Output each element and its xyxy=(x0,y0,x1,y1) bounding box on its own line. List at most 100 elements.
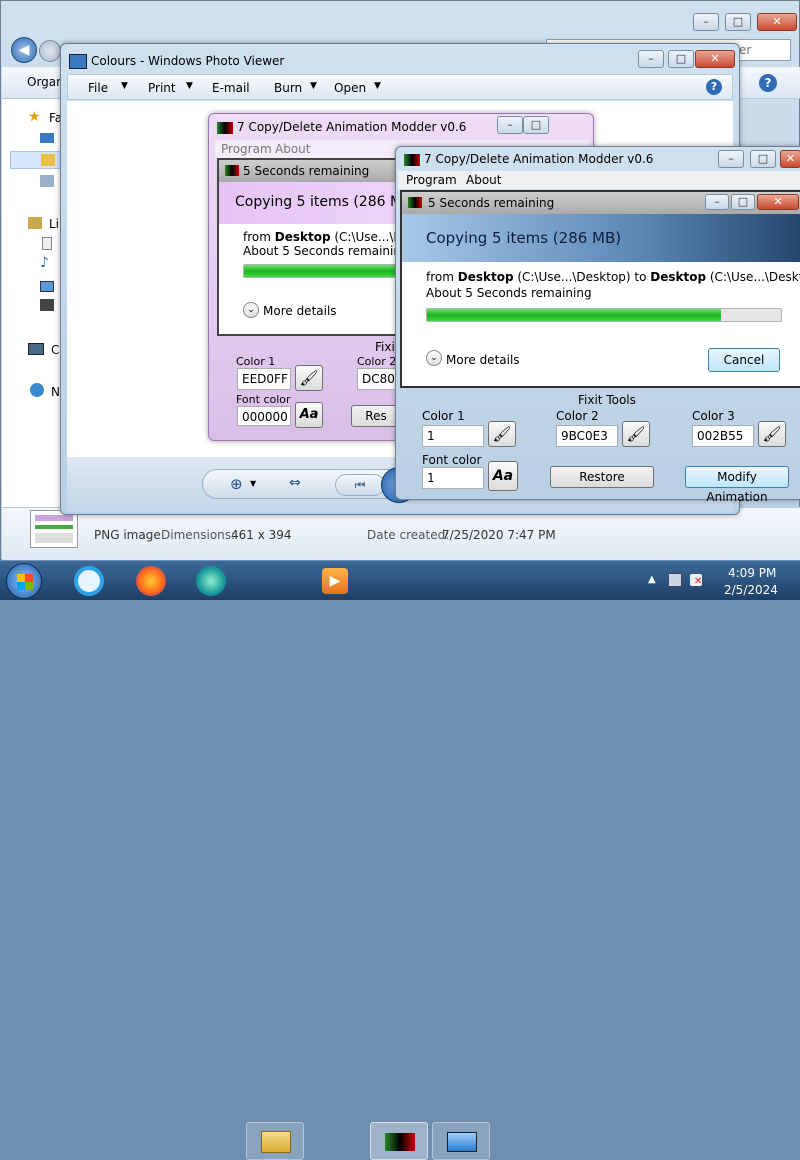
help-icon[interactable]: ? xyxy=(759,74,777,92)
pv-menu-burn[interactable]: Burn xyxy=(274,81,302,95)
internet-explorer-icon[interactable] xyxy=(74,566,104,596)
modder-back-title: 7 Copy/Delete Animation Modder v0.6 xyxy=(237,120,467,134)
paintbrush-icon[interactable]: 🖌 xyxy=(295,365,323,391)
paintbrush-icon[interactable]: 🖌 xyxy=(758,421,786,447)
taskbar-photo-viewer[interactable] xyxy=(432,1122,490,1160)
mb-color1-input[interactable]: EED0FF xyxy=(237,368,291,390)
mf-dialog-titlebar: 5 Seconds remaining – □ ✕ xyxy=(402,192,800,214)
nav-network[interactable]: N xyxy=(51,385,60,399)
taskbar-explorer[interactable] xyxy=(246,1122,304,1160)
modder-app-icon xyxy=(225,165,239,176)
mf-font-color-label: Font color xyxy=(422,453,482,467)
paintbrush-icon[interactable]: 🖌 xyxy=(488,421,516,447)
mf-more-details-chevron-icon[interactable]: ⌄ xyxy=(426,350,442,366)
mf-fixit-tools-label: Fixit Tools xyxy=(578,393,636,407)
mf-dialog-minimize-button[interactable]: – xyxy=(705,194,729,210)
mf-restore-button[interactable]: Restore xyxy=(550,466,654,488)
mf-minimize-button[interactable]: – xyxy=(718,150,744,168)
mb-font-color-label: Font color xyxy=(236,393,291,406)
explorer-minimize-button[interactable]: – xyxy=(693,13,719,31)
pv-close-button[interactable]: ✕ xyxy=(695,50,735,68)
clock-date[interactable]: 2/5/2024 xyxy=(724,583,778,597)
explorer-maximize-button[interactable]: □ xyxy=(725,13,751,31)
mf-dialog-close-button[interactable]: ✕ xyxy=(757,194,799,210)
mf-copying-text: Copying 5 items (286 MB) xyxy=(426,229,622,247)
pv-menu-email[interactable]: E-mail xyxy=(212,81,250,95)
mf-font-color-input[interactable]: 1 xyxy=(422,467,484,489)
mf-from-line: from Desktop (C:\Use...\Desktop) to Desk… xyxy=(426,270,800,284)
music-icon: ♪ xyxy=(40,255,49,271)
clock-time[interactable]: 4:09 PM xyxy=(728,566,776,580)
downloads-selected-item[interactable] xyxy=(10,151,62,169)
taskbar-modder[interactable] xyxy=(370,1122,428,1160)
organize-button[interactable]: Organ xyxy=(27,75,64,89)
mf-progress-fill xyxy=(427,309,721,321)
pv-menu-open[interactable]: Open xyxy=(334,81,366,95)
details-created: 7/25/2020 7:47 PM xyxy=(442,528,556,542)
photo-viewer-title: Colours - Windows Photo Viewer xyxy=(91,54,285,68)
mf-maximize-button[interactable]: □ xyxy=(750,150,776,168)
mb-font-aa-button[interactable]: Aa xyxy=(295,402,323,428)
edge-icon[interactable] xyxy=(196,566,226,596)
forward-button[interactable] xyxy=(39,40,61,62)
mf-color1-label: Color 1 xyxy=(422,409,465,423)
modder-front-window: 7 Copy/Delete Animation Modder v0.6 – □ … xyxy=(395,146,800,504)
mf-menubar: Program About xyxy=(398,171,800,189)
mb-more-details[interactable]: More details xyxy=(263,304,337,318)
pv-minimize-button[interactable]: – xyxy=(638,50,664,68)
mf-more-details[interactable]: More details xyxy=(446,353,520,367)
file-thumbnail xyxy=(30,510,78,548)
start-button[interactable] xyxy=(6,563,42,599)
pv-help-icon[interactable]: ? xyxy=(706,79,722,95)
chevron-down-icon: ▼ xyxy=(310,81,317,91)
mb-menu-program[interactable]: Program xyxy=(221,142,272,156)
mf-font-aa-button[interactable]: Aa xyxy=(488,461,518,491)
mb-minimize-button[interactable]: – xyxy=(497,116,523,134)
mb-progress-fill xyxy=(244,265,408,277)
videos-icon xyxy=(40,299,54,311)
network-icon xyxy=(30,383,44,397)
pv-maximize-button[interactable]: □ xyxy=(668,50,694,68)
details-dimensions-label: Dimensions: xyxy=(161,528,236,542)
mf-color3-label: Color 3 xyxy=(692,409,735,423)
mf-cancel-button[interactable]: Cancel xyxy=(708,348,780,372)
mf-modify-animation-button[interactable]: Modify Animation xyxy=(685,466,789,504)
mf-copy-dialog: 5 Seconds remaining – □ ✕ Copying 5 item… xyxy=(400,190,800,388)
show-hidden-icons-icon[interactable]: ▲ xyxy=(648,574,656,585)
mb-color2-input[interactable]: DC80FF xyxy=(357,368,409,390)
mf-menu-about[interactable]: About xyxy=(466,173,501,187)
mf-color2-input[interactable]: 9BC0E3 xyxy=(556,425,618,447)
zoom-icon[interactable]: ⊕ xyxy=(230,475,243,493)
mf-color3-input[interactable]: 002B55 xyxy=(692,425,754,447)
mf-about-text: About 5 Seconds remaining xyxy=(426,286,592,300)
mb-font-color-input[interactable]: 000000 xyxy=(237,406,291,426)
actual-size-icon[interactable]: ⇔ xyxy=(289,475,301,491)
mf-close-button[interactable]: ✕ xyxy=(780,150,800,168)
volume-muted-icon[interactable]: ✕ xyxy=(690,574,703,587)
documents-icon xyxy=(42,237,52,250)
pictures-icon xyxy=(40,281,54,292)
media-player-icon[interactable]: ▶ xyxy=(322,568,348,594)
taskbar: ▶ ▲ ✕ 4:09 PM 2/5/2024 xyxy=(0,560,800,1160)
mb-more-details-chevron-icon[interactable]: ⌄ xyxy=(243,302,259,318)
nav-pane: ★ Fa Lil ♪ Co N xyxy=(2,99,67,507)
network-status-icon[interactable] xyxy=(668,573,682,587)
pv-menu-file[interactable]: File xyxy=(88,81,108,95)
explorer-close-button[interactable]: ✕ xyxy=(757,13,797,31)
paintbrush-icon[interactable]: 🖌 xyxy=(622,421,650,447)
modder-app-icon xyxy=(408,197,422,208)
mb-restore-button[interactable]: Res xyxy=(351,405,401,427)
mb-maximize-button[interactable]: □ xyxy=(523,116,549,134)
mf-color1-input[interactable]: 1 xyxy=(422,425,484,447)
mf-dialog-maximize-button[interactable]: □ xyxy=(731,194,755,210)
chevron-down-icon: ▼ xyxy=(121,81,128,91)
previous-button[interactable]: ⏮ xyxy=(335,474,385,496)
mute-x-icon: ✕ xyxy=(694,576,703,587)
firefox-icon[interactable] xyxy=(136,566,166,596)
libraries-icon xyxy=(28,217,42,229)
modder-app-icon xyxy=(404,154,420,166)
pv-menu-print[interactable]: Print xyxy=(148,81,176,95)
back-button[interactable]: ◀ xyxy=(11,37,37,63)
mf-menu-program[interactable]: Program xyxy=(406,173,457,187)
mb-menu-about[interactable]: About xyxy=(275,142,310,156)
